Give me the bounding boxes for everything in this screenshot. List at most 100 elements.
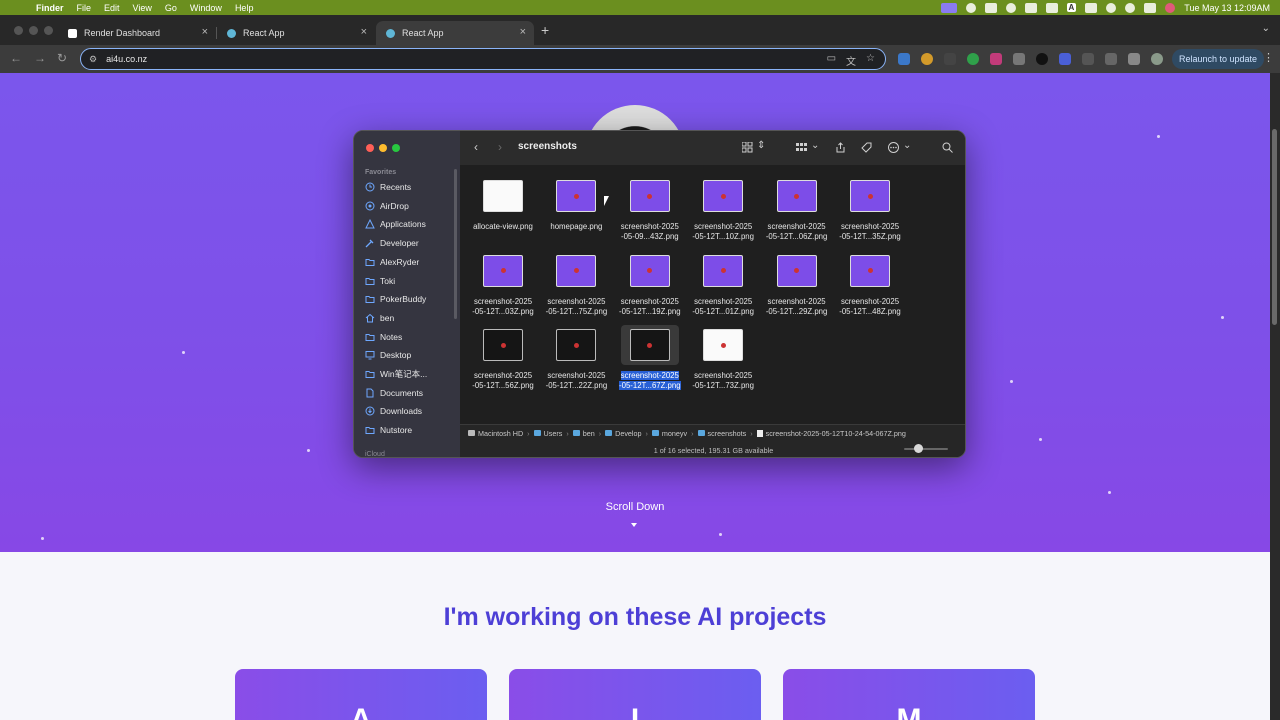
view-mode-grid-icon[interactable] — [741, 141, 753, 156]
sidebar-item-downloads[interactable]: Downloads — [365, 403, 422, 419]
forward-arrow-icon[interactable]: → — [34, 51, 46, 65]
extension-icon[interactable] — [1036, 53, 1048, 65]
finder-forward-icon[interactable]: › — [498, 140, 502, 154]
relaunch-to-update-button[interactable]: Relaunch to update — [1172, 49, 1264, 69]
finder-minimize-button[interactable] — [379, 144, 387, 152]
file-item[interactable]: screenshot-2025 -05-12T...01Z.png — [686, 251, 760, 317]
finder-search-icon[interactable] — [942, 142, 953, 156]
tab-render-dashboard[interactable]: Render Dashboard × — [58, 21, 216, 45]
time-machine-icon[interactable] — [1005, 2, 1016, 13]
extensions-puzzle-icon[interactable] — [1105, 53, 1117, 65]
file-item[interactable]: screenshot-2025 -05-09...43Z.png — [613, 176, 687, 242]
finder-zoom-button[interactable] — [392, 144, 400, 152]
bookmark-star-icon[interactable]: ☆ — [866, 53, 875, 68]
page-scrollbar-thumb[interactable] — [1272, 129, 1277, 325]
scroll-down-label[interactable]: Scroll Down — [0, 501, 1270, 513]
group-by-icon[interactable] — [796, 142, 807, 156]
profile-avatar[interactable] — [1151, 53, 1163, 65]
path-segment[interactable]: ben — [572, 429, 595, 438]
tab-close-icon[interactable]: × — [520, 26, 526, 38]
window-minimize-button[interactable] — [29, 26, 38, 35]
extension-icon[interactable] — [944, 53, 956, 65]
sidebar-item-developer[interactable]: Developer — [365, 235, 419, 251]
browser-menu-icon[interactable]: ⋮ — [1263, 51, 1274, 64]
status-circle-icon[interactable] — [965, 2, 976, 13]
sidebar-scrollbar[interactable] — [454, 169, 457, 319]
sidebar-item-win[interactable]: Win笔记本... — [365, 366, 427, 382]
icon-size-slider-knob[interactable] — [914, 444, 923, 453]
file-item[interactable]: screenshot-2025 -05-12T...29Z.png — [760, 251, 834, 317]
tab-close-icon[interactable]: × — [361, 26, 367, 38]
tab-react-app-2-active[interactable]: React App × — [376, 21, 534, 45]
site-info-icon[interactable]: ⚙ — [89, 54, 97, 65]
more-actions-chevron-icon[interactable]: ⌄ — [903, 140, 911, 151]
cloud-icon[interactable] — [984, 2, 997, 13]
path-segment[interactable]: Macintosh HD — [468, 429, 523, 438]
tab-close-icon[interactable]: × — [202, 26, 208, 38]
file-item[interactable]: screenshot-2025 -05-12T...03Z.png — [466, 251, 540, 317]
sidebar-item-desktop[interactable]: Desktop — [365, 347, 411, 363]
pen-extension-icon[interactable] — [1013, 53, 1025, 65]
extension-icon[interactable] — [921, 53, 933, 65]
share-icon[interactable] — [835, 142, 846, 156]
translate-icon[interactable]: 文 — [846, 53, 856, 68]
project-card[interactable]: A — [235, 669, 487, 720]
file-item[interactable]: screenshot-2025 -05-12T...06Z.png — [760, 176, 834, 242]
file-item[interactable]: screenshot-2025 -05-12T...75Z.png — [539, 251, 613, 317]
menu-help[interactable]: Help — [235, 3, 254, 13]
display-icon[interactable] — [1024, 2, 1037, 13]
window-zoom-button[interactable] — [44, 26, 53, 35]
file-item[interactable]: screenshot-2025 -05-12T...19Z.png — [613, 251, 687, 317]
finder-close-button[interactable] — [366, 144, 374, 152]
file-item[interactable]: screenshot-2025 -05-12T...67Z.png — [613, 325, 687, 391]
file-item[interactable]: allocate-view.png — [466, 176, 540, 232]
battery-icon[interactable] — [1085, 2, 1098, 13]
extension-icon[interactable] — [967, 53, 979, 65]
tab-search-chevron-icon[interactable]: ⌄ — [1262, 23, 1270, 34]
tag-icon[interactable] — [861, 142, 872, 156]
project-card[interactable]: I — [509, 669, 761, 720]
reload-icon[interactable]: ↻ — [57, 51, 67, 65]
file-item[interactable]: screenshot-2025 -05-12T...48Z.png — [833, 251, 907, 317]
window-close-button[interactable] — [14, 26, 23, 35]
tab-react-app-1[interactable]: React App × — [217, 21, 375, 45]
file-item[interactable]: screenshot-2025 -05-12T...10Z.png — [686, 176, 760, 242]
new-tab-button[interactable]: + — [541, 22, 549, 38]
back-arrow-icon[interactable]: ← — [10, 51, 22, 65]
sidebar-item-applications[interactable]: Applications — [365, 216, 426, 232]
sidebar-item-ben[interactable]: ben — [365, 310, 394, 326]
extension-icon[interactable] — [1082, 53, 1094, 65]
input-source-icon[interactable]: A — [1066, 3, 1077, 12]
wifi-icon[interactable] — [1106, 2, 1117, 13]
sidebar-item-recents[interactable]: Recents — [365, 179, 411, 195]
file-item[interactable]: screenshot-2025 -05-12T...73Z.png — [686, 325, 760, 391]
file-item[interactable]: screenshot-2025 -05-12T...56Z.png — [466, 325, 540, 391]
path-segment[interactable]: Develop — [605, 429, 642, 438]
sidebar-item-alexryder[interactable]: AlexRyder — [365, 254, 419, 270]
menu-edit[interactable]: Edit — [104, 3, 120, 13]
menu-view[interactable]: View — [133, 3, 152, 13]
menu-go[interactable]: Go — [165, 3, 177, 13]
address-bar-url[interactable]: ai4u.co.nz — [106, 54, 147, 64]
path-segment[interactable]: screenshots — [697, 429, 746, 438]
path-segment[interactable]: screenshot-2025-05-12T10-24-54-067Z.png — [756, 429, 906, 438]
siri-icon[interactable] — [1165, 2, 1176, 13]
sidebar-item-notes[interactable]: Notes — [365, 329, 402, 345]
sidebar-item-documents[interactable]: Documents — [365, 385, 423, 401]
file-item[interactable]: screenshot-2025 -05-12T...35Z.png — [833, 176, 907, 242]
sidebar-item-pokerbuddy[interactable]: PokerBuddy — [365, 291, 426, 307]
address-bar[interactable]: ⚙ ai4u.co.nz ▭ 文 ☆ — [80, 48, 886, 70]
sidebar-item-airdrop[interactable]: AirDrop — [365, 198, 409, 214]
page-scrollbar[interactable] — [1270, 73, 1280, 720]
scroll-down-arrow-icon[interactable] — [631, 523, 637, 527]
path-segment[interactable]: moneyv — [651, 429, 687, 438]
more-actions-icon[interactable] — [888, 142, 899, 156]
sidebar-item-nutstore[interactable]: Nutstore — [365, 422, 412, 438]
menu-file[interactable]: File — [77, 3, 92, 13]
file-item[interactable]: screenshot-2025 -05-12T...22Z.png — [539, 325, 613, 391]
menu-window[interactable]: Window — [190, 3, 222, 13]
view-mode-chevron-icon[interactable]: ⇕ — [757, 140, 765, 151]
group-by-chevron-icon[interactable]: ⌄ — [811, 140, 819, 151]
finder-back-icon[interactable]: ‹ — [474, 140, 478, 154]
menu-clock[interactable]: Tue May 13 12:09AM — [1184, 3, 1270, 13]
